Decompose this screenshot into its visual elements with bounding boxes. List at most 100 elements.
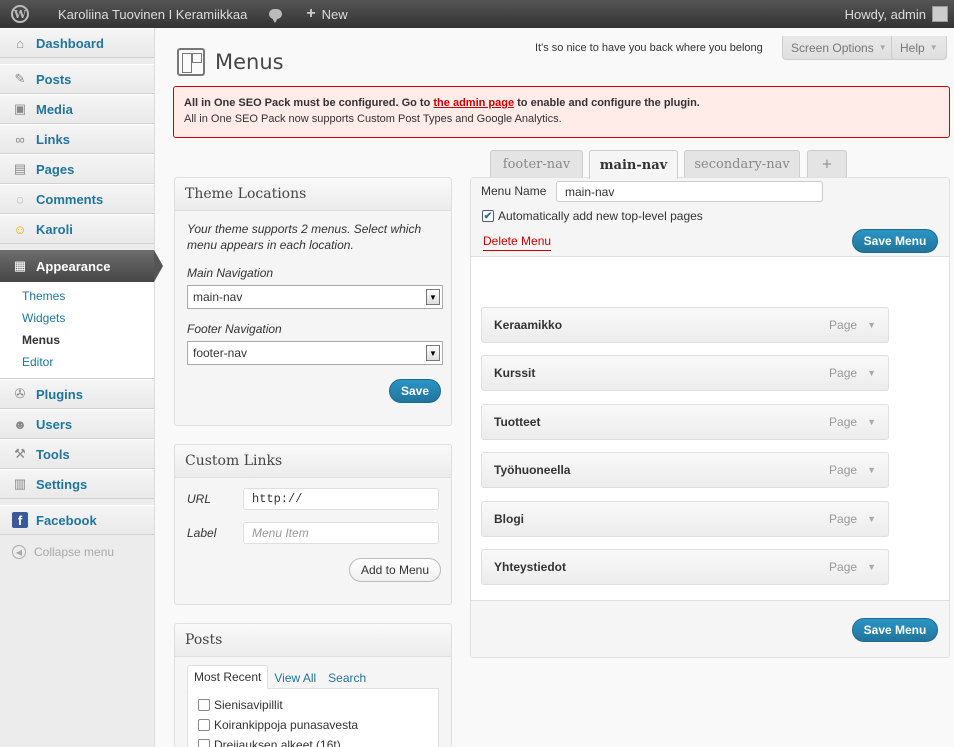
chevron-down-icon: ▼ (878, 43, 887, 52)
posts-box: Posts Most Recent View All Search Sienis… (174, 623, 452, 747)
menu-item-kurssit[interactable]: Kurssit Page ▼ (481, 355, 889, 391)
menu-item-type: Page ▼ (829, 512, 876, 526)
chevron-down-icon[interactable]: ▼ (867, 465, 876, 475)
tab-search[interactable]: Search (322, 667, 372, 689)
chevron-down-icon[interactable]: ▼ (867, 514, 876, 524)
post-title: Dreijauksen alkeet (16t) (214, 738, 341, 747)
chevron-down-icon[interactable]: ▼ (867, 562, 876, 572)
menu-item-tuotteet[interactable]: Tuotteet Page ▼ (481, 404, 889, 440)
collapse-label: Collapse menu (34, 545, 115, 559)
sidebar-item-karoli[interactable]: ☺ Karoli (0, 214, 154, 244)
label-label: Label (187, 526, 217, 540)
sidebar-item-comments[interactable]: ◌ Comments (0, 184, 154, 214)
plus-icon: + (306, 5, 316, 22)
comments-icon[interactable] (257, 9, 294, 23)
auto-add-checkbox[interactable]: ✔ (482, 210, 494, 222)
sidebar-item-appearance[interactable]: ▦ Appearance (0, 250, 163, 282)
add-menu-tab[interactable]: + (807, 150, 847, 178)
chevron-down-icon[interactable]: ▼ (867, 368, 876, 378)
seo-pack-notice: All in One SEO Pack must be configured. … (173, 86, 950, 138)
main-navigation-select[interactable]: main-nav ▼ (187, 285, 443, 309)
theme-locations-title: Theme Locations (175, 178, 451, 211)
admin-page-link[interactable]: the admin page (433, 97, 514, 109)
tab-most-recent[interactable]: Most Recent (187, 665, 269, 689)
tab-main-nav[interactable]: main-nav (589, 150, 678, 179)
avatar (932, 6, 948, 22)
submenu-item-editor[interactable]: Editor (0, 352, 154, 374)
sidebar-item-label: Dashboard (36, 35, 104, 51)
item-type-label: Page (829, 512, 858, 526)
menu-item-title: Työhuoneella (494, 463, 571, 477)
chevron-down-icon[interactable]: ▼ (867, 320, 876, 330)
menu-item-blogi[interactable]: Blogi Page ▼ (481, 501, 889, 537)
submenu-item-menus[interactable]: Menus (0, 330, 154, 352)
plugins-icon: ✇ (14, 386, 26, 401)
theme-locations-description: Your theme supports 2 menus. Select whic… (187, 222, 422, 252)
sidebar-item-facebook[interactable]: f Facebook (0, 505, 154, 535)
menu-item-title: Yhteystiedot (494, 560, 567, 574)
menu-item-type: Page ▼ (829, 366, 876, 380)
save-menu-button-bottom[interactable]: Save Menu (852, 618, 938, 642)
chevron-down-icon[interactable]: ▼ (867, 417, 876, 427)
sidebar-item-plugins[interactable]: ✇ Plugins (0, 379, 154, 409)
label-row: Label Menu Item (187, 522, 439, 544)
screen-options-button[interactable]: Screen Options ▼ (782, 36, 896, 60)
new-label: New (321, 6, 348, 22)
sidebar-item-settings[interactable]: ▥ Settings (0, 469, 154, 499)
selected-value: footer-nav (193, 346, 248, 360)
auto-add-row: ✔ Automatically add new top-level pages (482, 209, 703, 223)
item-type-label: Page (829, 318, 858, 332)
pages-icon: ▤ (13, 161, 27, 176)
post-title: Koirankippoja punasavesta (214, 718, 359, 732)
sidebar-item-links[interactable]: ∞ Links (0, 124, 154, 154)
sidebar-item-label: Comments (36, 191, 104, 207)
sidebar-item-posts[interactable]: ✎ Posts (0, 64, 154, 94)
item-type-label: Page (829, 415, 858, 429)
submenu-item-widgets[interactable]: Widgets (0, 308, 154, 330)
url-input[interactable]: http:// (243, 488, 439, 510)
sidebar-item-tools[interactable]: ⚒ Tools (0, 439, 154, 469)
tab-secondary-nav[interactable]: secondary-nav (684, 150, 800, 178)
menu-footer: Save Menu (471, 600, 949, 657)
sidebar-item-media[interactable]: ▣ Media (0, 94, 154, 124)
add-to-menu-button[interactable]: Add to Menu (349, 558, 441, 582)
post-checkbox[interactable] (198, 699, 210, 711)
sidebar-item-users[interactable]: ☻ Users (0, 409, 154, 439)
collapse-menu-button[interactable]: ◀ Collapse menu (0, 535, 154, 559)
screen-options-label: Screen Options (791, 40, 874, 55)
footer-navigation-select[interactable]: footer-nav ▼ (187, 341, 443, 365)
posts-tabs: Most Recent View All Search (187, 665, 439, 689)
site-name-link[interactable]: Karoliina Tuovinen I Keramiikkaa (40, 7, 257, 22)
new-content-button[interactable]: + New (294, 5, 359, 23)
menu-header: Menu Name main-nav ✔ Automatically add n… (471, 178, 949, 257)
dashboard-icon: ⌂ (16, 35, 24, 51)
wordpress-logo-icon[interactable]: W (0, 0, 40, 28)
tab-view-all[interactable]: View All (268, 667, 322, 689)
menu-item-keraamikko[interactable]: Keraamikko Page ▼ (481, 307, 889, 343)
sidebar-item-pages[interactable]: ▤ Pages (0, 154, 154, 184)
posts-icon: ✎ (14, 71, 26, 86)
main-navigation-label: Main Navigation (187, 266, 274, 280)
post-checkbox[interactable] (198, 739, 210, 747)
submenu-item-themes[interactable]: Themes (0, 286, 154, 308)
tab-footer-nav[interactable]: footer-nav (490, 150, 583, 178)
delete-menu-link[interactable]: Delete Menu (483, 234, 552, 251)
save-menu-button[interactable]: Save Menu (852, 229, 938, 253)
label-input[interactable]: Menu Item (243, 522, 439, 544)
sidebar-item-label: Plugins (36, 386, 83, 402)
sidebar-item-dashboard[interactable]: ⌂ Dashboard (0, 28, 154, 58)
item-type-label: Page (829, 463, 858, 477)
notice-line-1: All in One SEO Pack must be configured. … (184, 95, 939, 111)
help-button[interactable]: Help ▼ (891, 36, 947, 60)
menu-item-type: Page ▼ (829, 415, 876, 429)
save-locations-button[interactable]: Save (389, 379, 441, 403)
url-label: URL (187, 492, 212, 506)
post-checkbox[interactable] (198, 719, 210, 731)
menu-name-input[interactable]: main-nav (556, 181, 823, 202)
settings-icon: ▥ (13, 476, 27, 491)
menu-item-title: Kurssit (494, 366, 536, 380)
selected-value: main-nav (193, 290, 243, 304)
menu-item-yhteystiedot[interactable]: Yhteystiedot Page ▼ (481, 549, 889, 585)
user-account-menu[interactable]: Howdy, admin (845, 6, 954, 22)
menu-item-tyohuoneella[interactable]: Työhuoneella Page ▼ (481, 452, 889, 488)
